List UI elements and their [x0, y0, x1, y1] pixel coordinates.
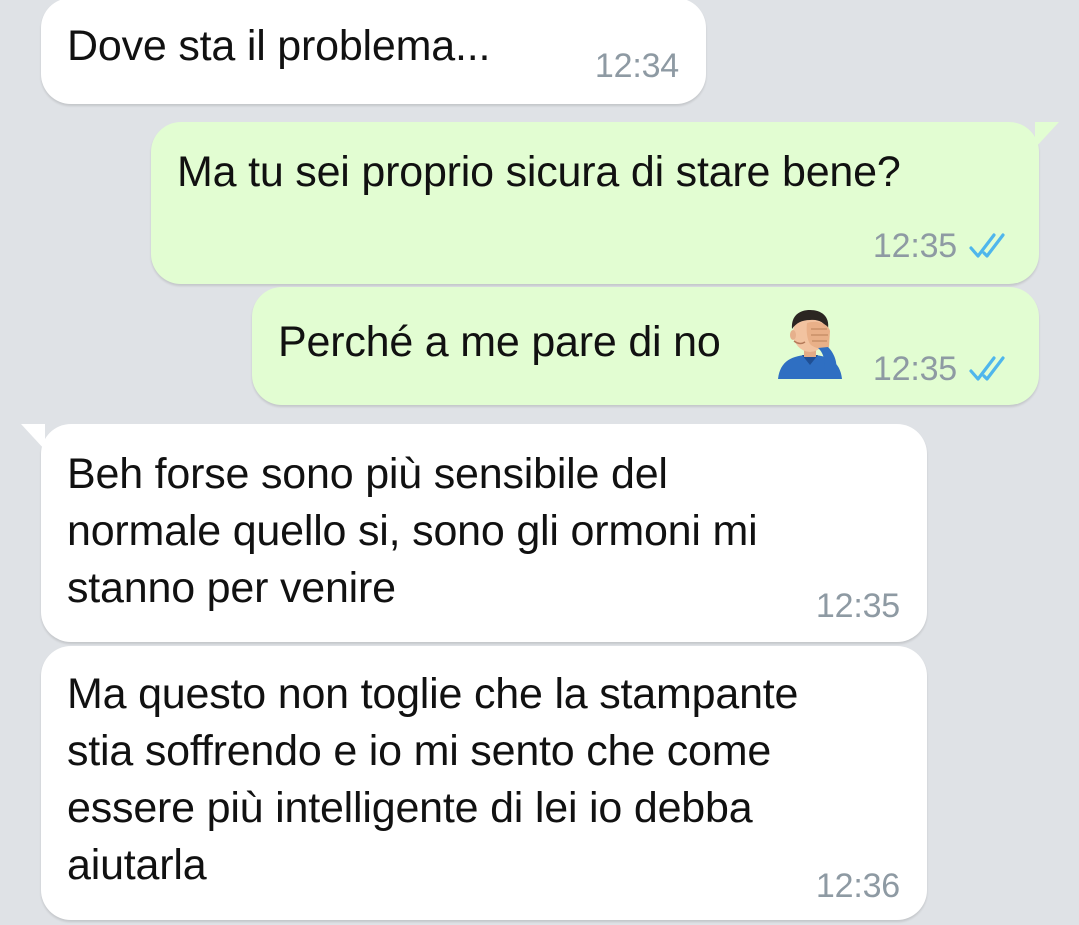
message-time: 12:35	[815, 587, 900, 625]
message-meta: 12:34	[595, 46, 679, 86]
read-double-check-icon	[969, 233, 1005, 258]
man-facepalming-emoji	[778, 310, 842, 379]
message-bubble-outgoing[interactable]: Ma tu sei proprio sicura di stare bene? …	[151, 122, 1059, 284]
chat-conversation: Dove sta il problema... 12:34 Ma tu sei …	[0, 0, 1079, 925]
message-text: Beh forse sono più sensibile del normale…	[67, 450, 758, 612]
bubble-tail	[21, 424, 45, 450]
message-meta: 12:35	[816, 586, 900, 626]
message-text: Ma questo non toglie che la stampante st…	[67, 670, 799, 889]
message-text: Ma tu sei proprio sicura di stare bene?	[177, 148, 901, 196]
message-bubble-incoming[interactable]: Dove sta il problema... 12:34	[41, 0, 706, 104]
message-time: 12:34	[594, 47, 679, 85]
message-bubble-outgoing[interactable]: Perché a me pare di no 12:35	[252, 287, 1039, 405]
message-text: Perché a me pare di no	[278, 318, 721, 366]
message-bubble-incoming[interactable]: Ma questo non toglie che la stampante st…	[41, 646, 927, 920]
message-bubble-incoming[interactable]: Beh forse sono più sensibile del normale…	[21, 424, 927, 642]
message-time: 12:35	[872, 350, 957, 388]
message-meta: 12:35	[873, 226, 1015, 266]
bubble-tail	[1035, 122, 1059, 148]
message-time: 12:35	[872, 227, 957, 265]
message-text: Dove sta il problema...	[67, 22, 491, 70]
message-meta: 12:36	[816, 866, 900, 906]
message-time: 12:36	[815, 867, 900, 905]
message-meta: 12:35	[873, 349, 1015, 389]
read-double-check-icon	[969, 356, 1005, 381]
